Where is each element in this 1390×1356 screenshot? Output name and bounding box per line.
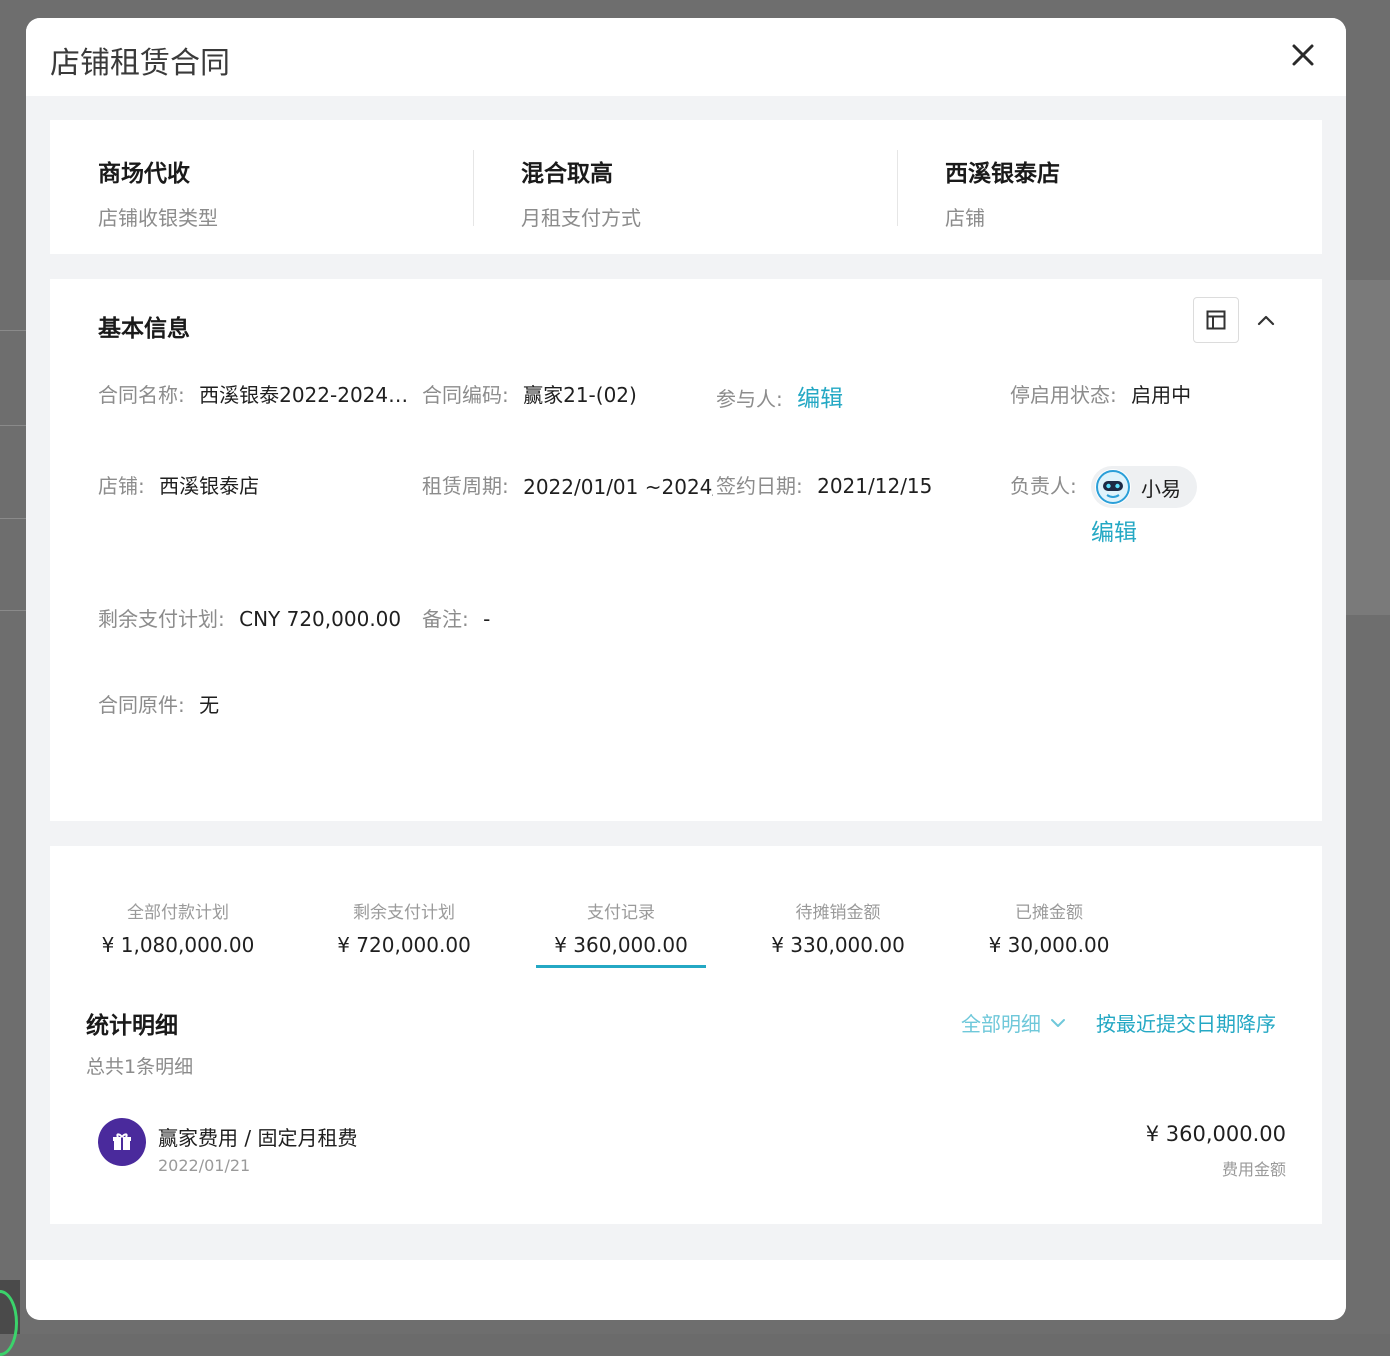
stat-label: 支付记录: [587, 903, 655, 923]
field-sign-date: 签约日期: 2021/12/15: [716, 470, 932, 499]
details-title: 统计明细: [86, 1013, 178, 1039]
modal-header: 店铺租赁合同: [26, 18, 1346, 96]
stats-card: 全部付款计划 ¥ 1,080,000.00 剩余支付计划 ¥ 720,000.0…: [50, 846, 1322, 1224]
filter-label: 全部明细: [961, 1012, 1041, 1036]
field-value: 西溪银泰2022-2024年...: [199, 383, 420, 407]
field-owner: 负责人:: [1010, 470, 1077, 499]
summary-item-store: 西溪银泰店 店铺: [945, 154, 1345, 231]
summary-label: 月租支付方式: [521, 206, 641, 230]
field-value: 启用中: [1131, 383, 1192, 407]
field-value: 西溪银泰店: [159, 474, 260, 498]
field-value: 2021/12/15: [817, 474, 933, 498]
chevron-up-icon: [1257, 315, 1275, 326]
summary-item-cashier-type: 商场代收 店铺收银类型: [98, 154, 498, 231]
owner-edit-link[interactable]: 编辑: [1091, 520, 1137, 546]
collapse-button[interactable]: [1253, 307, 1279, 333]
stat-value: ¥ 330,000.00: [771, 933, 905, 957]
field-lease-period: 租赁周期: 2022/01/01 ~2024/1: [422, 470, 713, 499]
field-label: 店铺:: [98, 474, 145, 498]
summary-divider: [473, 150, 474, 226]
field-label: 参与人:: [716, 387, 783, 411]
background-divider: [0, 518, 26, 519]
sort-button[interactable]: 按最近提交日期降序: [1096, 1008, 1276, 1037]
section-title: 基本信息: [98, 316, 190, 342]
background-divider: [0, 330, 26, 331]
layout-icon: [1206, 310, 1226, 330]
field-contract-name: 合同名称: 西溪银泰2022-2024年...: [98, 379, 419, 408]
field-label: 合同编码:: [422, 383, 509, 407]
stat-tab-remaining-plan[interactable]: 剩余支付计划 ¥ 720,000.00: [309, 898, 499, 957]
stat-value: ¥ 30,000.00: [988, 933, 1110, 957]
stat-value: ¥ 360,000.00: [554, 933, 688, 957]
summary-divider: [897, 150, 898, 226]
field-original-document: 合同原件: 无: [98, 689, 219, 718]
gift-icon: [113, 1133, 131, 1150]
field-owner-edit: 编辑: [1091, 513, 1137, 547]
summary-value: 商场代收: [98, 161, 190, 187]
background-divider: [0, 610, 26, 611]
field-participants: 参与人: 编辑: [716, 379, 843, 413]
layout-toggle-button[interactable]: [1193, 297, 1239, 343]
field-remark: 备注: -: [422, 603, 490, 632]
field-status: 停启用状态: 启用中: [1010, 379, 1191, 408]
close-button[interactable]: [1288, 40, 1318, 70]
field-label: 剩余支付计划:: [98, 607, 225, 631]
field-label: 租赁周期:: [422, 474, 509, 498]
background-divider: [0, 425, 26, 426]
details-count: 总共1条明细: [86, 1056, 194, 1078]
summary-item-payment-method: 混合取高 月租支付方式: [521, 154, 921, 231]
stat-tab-amortized[interactable]: 已摊金额 ¥ 30,000.00: [954, 898, 1144, 957]
stat-tab-all-plans[interactable]: 全部付款计划 ¥ 1,080,000.00: [83, 898, 273, 957]
stat-value: ¥ 720,000.00: [337, 933, 471, 957]
robot-avatar-icon: [1096, 470, 1130, 504]
summary-label: 店铺收银类型: [98, 206, 218, 230]
stat-value: ¥ 1,080,000.00: [101, 933, 255, 957]
row-amount-label: 费用金额: [1221, 1160, 1286, 1179]
modal-title: 店铺租赁合同: [50, 46, 230, 81]
chevron-down-icon: [1051, 1018, 1065, 1027]
field-label: 合同名称:: [98, 383, 185, 407]
row-date: 2022/01/21: [158, 1156, 251, 1175]
row-title: 赢家费用 / 固定月租费: [158, 1126, 358, 1150]
summary-card: 商场代收 店铺收银类型 混合取高 月租支付方式 西溪银泰店 店铺: [50, 120, 1322, 254]
details-filter-dropdown[interactable]: 全部明细: [961, 1008, 1067, 1037]
summary-value: 西溪银泰店: [945, 161, 1060, 187]
active-tab-indicator: [536, 965, 706, 968]
contract-modal: 店铺租赁合同 商场代收 店铺收银类型 混合取高 月租支付方式 西溪银泰店 店铺 …: [26, 18, 1346, 1320]
avatar: [1095, 469, 1131, 505]
field-value: 无: [199, 693, 220, 717]
stat-label: 已摊金额: [1015, 903, 1083, 923]
summary-value: 混合取高: [521, 161, 613, 187]
summary-label: 店铺: [945, 206, 985, 230]
field-value: -: [483, 607, 491, 631]
field-label: 负责人:: [1010, 474, 1077, 498]
participants-edit-link[interactable]: 编辑: [797, 386, 843, 412]
stat-label: 剩余支付计划: [353, 903, 455, 923]
field-value: 赢家21-(02): [523, 383, 637, 407]
basic-info-card: 基本信息 合同名称: 西溪银泰2022-2024年... 合同编码: 赢家21-…: [50, 279, 1322, 821]
row-icon: [98, 1118, 146, 1166]
field-contract-code: 合同编码: 赢家21-(02): [422, 379, 637, 408]
list-item[interactable]: 赢家费用 / 固定月租费 2022/01/21 ¥ 360,000.00 费用金…: [98, 1116, 1286, 1179]
field-label: 备注:: [422, 607, 469, 631]
owner-name: 小易: [1141, 476, 1181, 501]
field-value: 2022/01/01 ~2024/1: [523, 475, 714, 499]
row-amount: ¥ 360,000.00: [1145, 1122, 1286, 1146]
modal-footer: [26, 1260, 1346, 1320]
field-label: 签约日期:: [716, 474, 803, 498]
field-value: CNY 720,000.00: [239, 607, 402, 631]
close-icon: [1292, 44, 1314, 66]
stat-label: 全部付款计划: [127, 903, 229, 923]
owner-chip[interactable]: 小易: [1091, 466, 1197, 508]
background-panel: [1346, 280, 1390, 615]
stat-tab-pending-amortization[interactable]: 待摊销金额 ¥ 330,000.00: [743, 898, 933, 957]
field-store: 店铺: 西溪银泰店: [98, 470, 259, 499]
field-remaining-plan: 剩余支付计划: CNY 720,000.00: [98, 603, 401, 632]
field-label: 合同原件:: [98, 693, 185, 717]
stat-label: 待摊销金额: [795, 903, 881, 923]
stat-tab-payment-records[interactable]: 支付记录 ¥ 360,000.00: [526, 898, 716, 957]
field-label: 停启用状态:: [1010, 383, 1117, 407]
